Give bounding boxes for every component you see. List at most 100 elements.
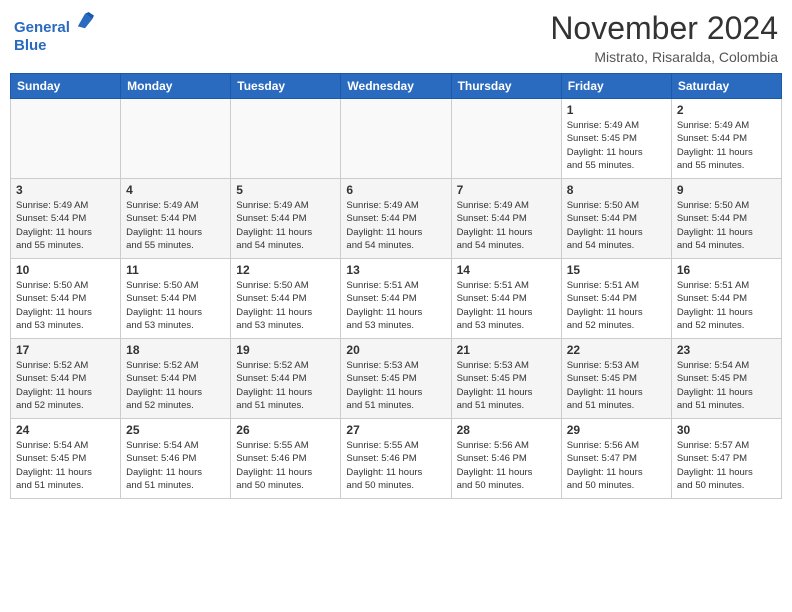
day-number: 28 (457, 423, 556, 437)
calendar-day-1: 1Sunrise: 5:49 AMSunset: 5:45 PMDaylight… (561, 99, 671, 179)
calendar-day-4: 4 Sunrise: 5:49 AMSunset: 5:44 PMDaylight… (121, 179, 231, 259)
weekday-header-wednesday: Wednesday (341, 74, 451, 99)
day-info: Sunrise: 5:55 AMSunset: 5:46 PMDaylight:… (236, 439, 335, 492)
day-info: Sunrise: 5:51 AMSunset: 5:44 PMDaylight:… (346, 279, 445, 332)
calendar-day-27: 27Sunrise: 5:55 AMSunset: 5:46 PMDayligh… (341, 419, 451, 499)
calendar-day-12: 12Sunrise: 5:50 AMSunset: 5:44 PMDayligh… (231, 259, 341, 339)
day-number: 7 (457, 183, 556, 197)
day-info: Sunrise: 5:50 AMSunset: 5:44 PMDaylight:… (16, 279, 115, 332)
calendar-day-7: 7 Sunrise: 5:49 AMSunset: 5:44 PMDaylight… (451, 179, 561, 259)
calendar-day-10: 10 Sunrise: 5:50 AMSunset: 5:44 PMDayligh… (11, 259, 121, 339)
day-info: Sunrise: 5:51 AMSunset: 5:44 PMDaylight:… (457, 279, 556, 332)
calendar-day-29: 29 Sunrise: 5:56 AMSunset: 5:47 PMDayligh… (561, 419, 671, 499)
calendar-day-6: 6Sunrise: 5:49 AMSunset: 5:44 PMDaylight… (341, 179, 451, 259)
calendar-week-row: 17Sunrise: 5:52 AMSunset: 5:44 PMDayligh… (11, 339, 782, 419)
calendar-day-5: 5 Sunrise: 5:49 AMSunset: 5:44 PMDaylight… (231, 179, 341, 259)
calendar-day-23: 23 Sunrise: 5:54 AMSunset: 5:45 PMDayligh… (671, 339, 781, 419)
day-info: Sunrise: 5:49 AMSunset: 5:44 PMDaylight:… (236, 199, 335, 252)
day-number: 19 (236, 343, 335, 357)
day-number: 3 (16, 183, 115, 197)
day-info: Sunrise: 5:52 AMSunset: 5:44 PMDaylight:… (16, 359, 115, 412)
day-number: 18 (126, 343, 225, 357)
weekday-header-monday: Monday (121, 74, 231, 99)
day-number: 10 (16, 263, 115, 277)
day-number: 13 (346, 263, 445, 277)
day-number: 8 (567, 183, 666, 197)
calendar-day-14: 14 Sunrise: 5:51 AMSunset: 5:44 PMDayligh… (451, 259, 561, 339)
day-number: 16 (677, 263, 776, 277)
month-title: November 2024 (550, 10, 778, 47)
day-info: Sunrise: 5:50 AMSunset: 5:44 PMDaylight:… (126, 279, 225, 332)
day-info: Sunrise: 5:54 AMSunset: 5:46 PMDaylight:… (126, 439, 225, 492)
logo-blue-text: Blue (14, 37, 94, 55)
header: General Blue November 2024 Mistrato, Ris… (10, 10, 782, 65)
day-info: Sunrise: 5:57 AMSunset: 5:47 PMDaylight:… (677, 439, 776, 492)
day-info: Sunrise: 5:49 AMSunset: 5:44 PMDaylight:… (16, 199, 115, 252)
day-number: 30 (677, 423, 776, 437)
day-number: 5 (236, 183, 335, 197)
location-subtitle: Mistrato, Risaralda, Colombia (550, 49, 778, 65)
day-info: Sunrise: 5:49 AMSunset: 5:45 PMDaylight:… (567, 119, 666, 172)
day-info: Sunrise: 5:53 AMSunset: 5:45 PMDaylight:… (567, 359, 666, 412)
logo: General Blue (14, 10, 94, 55)
calendar-empty-cell (121, 99, 231, 179)
calendar-body: 1Sunrise: 5:49 AMSunset: 5:45 PMDaylight… (11, 99, 782, 499)
calendar-day-19: 19Sunrise: 5:52 AMSunset: 5:44 PMDayligh… (231, 339, 341, 419)
weekday-header-thursday: Thursday (451, 74, 561, 99)
day-number: 6 (346, 183, 445, 197)
calendar-day-17: 17Sunrise: 5:52 AMSunset: 5:44 PMDayligh… (11, 339, 121, 419)
day-number: 22 (567, 343, 666, 357)
calendar-day-26: 26Sunrise: 5:55 AMSunset: 5:46 PMDayligh… (231, 419, 341, 499)
day-info: Sunrise: 5:55 AMSunset: 5:46 PMDaylight:… (346, 439, 445, 492)
calendar-day-20: 20 Sunrise: 5:53 AMSunset: 5:45 PMDayligh… (341, 339, 451, 419)
calendar-week-row: 1Sunrise: 5:49 AMSunset: 5:45 PMDaylight… (11, 99, 782, 179)
day-info: Sunrise: 5:49 AMSunset: 5:44 PMDaylight:… (457, 199, 556, 252)
calendar-day-16: 16 Sunrise: 5:51 AMSunset: 5:44 PMDayligh… (671, 259, 781, 339)
calendar-day-9: 9Sunrise: 5:50 AMSunset: 5:44 PMDaylight… (671, 179, 781, 259)
weekday-header-tuesday: Tuesday (231, 74, 341, 99)
calendar-day-30: 30 Sunrise: 5:57 AMSunset: 5:47 PMDayligh… (671, 419, 781, 499)
day-info: Sunrise: 5:52 AMSunset: 5:44 PMDaylight:… (126, 359, 225, 412)
calendar-day-18: 18 Sunrise: 5:52 AMSunset: 5:44 PMDayligh… (121, 339, 231, 419)
day-number: 12 (236, 263, 335, 277)
title-area: November 2024 Mistrato, Risaralda, Colom… (550, 10, 778, 65)
day-number: 20 (346, 343, 445, 357)
day-info: Sunrise: 5:49 AMSunset: 5:44 PMDaylight:… (677, 119, 776, 172)
day-info: Sunrise: 5:54 AMSunset: 5:45 PMDaylight:… (16, 439, 115, 492)
day-info: Sunrise: 5:54 AMSunset: 5:45 PMDaylight:… (677, 359, 776, 412)
calendar-day-13: 13 Sunrise: 5:51 AMSunset: 5:44 PMDayligh… (341, 259, 451, 339)
day-info: Sunrise: 5:53 AMSunset: 5:45 PMDaylight:… (346, 359, 445, 412)
weekday-header-sunday: Sunday (11, 74, 121, 99)
weekday-header-friday: Friday (561, 74, 671, 99)
day-number: 25 (126, 423, 225, 437)
calendar-empty-cell (231, 99, 341, 179)
weekday-header-row: SundayMondayTuesdayWednesdayThursdayFrid… (11, 74, 782, 99)
calendar-day-24: 24 Sunrise: 5:54 AMSunset: 5:45 PMDayligh… (11, 419, 121, 499)
calendar-week-row: 10 Sunrise: 5:50 AMSunset: 5:44 PMDayligh… (11, 259, 782, 339)
day-info: Sunrise: 5:49 AMSunset: 5:44 PMDaylight:… (126, 199, 225, 252)
day-number: 23 (677, 343, 776, 357)
day-number: 4 (126, 183, 225, 197)
calendar-day-25: 25 Sunrise: 5:54 AMSunset: 5:46 PMDayligh… (121, 419, 231, 499)
weekday-header-saturday: Saturday (671, 74, 781, 99)
day-info: Sunrise: 5:56 AMSunset: 5:47 PMDaylight:… (567, 439, 666, 492)
day-number: 24 (16, 423, 115, 437)
calendar-day-28: 28 Sunrise: 5:56 AMSunset: 5:46 PMDayligh… (451, 419, 561, 499)
day-info: Sunrise: 5:56 AMSunset: 5:46 PMDaylight:… (457, 439, 556, 492)
day-info: Sunrise: 5:50 AMSunset: 5:44 PMDaylight:… (677, 199, 776, 252)
day-number: 15 (567, 263, 666, 277)
calendar-header: SundayMondayTuesdayWednesdayThursdayFrid… (11, 74, 782, 99)
calendar-week-row: 24 Sunrise: 5:54 AMSunset: 5:45 PMDayligh… (11, 419, 782, 499)
day-number: 11 (126, 263, 225, 277)
calendar-empty-cell (11, 99, 121, 179)
calendar-empty-cell (451, 99, 561, 179)
day-number: 14 (457, 263, 556, 277)
calendar-week-row: 3 Sunrise: 5:49 AMSunset: 5:44 PMDaylight… (11, 179, 782, 259)
logo-bird-icon (76, 10, 94, 32)
day-number: 21 (457, 343, 556, 357)
calendar-day-15: 15Sunrise: 5:51 AMSunset: 5:44 PMDayligh… (561, 259, 671, 339)
day-info: Sunrise: 5:50 AMSunset: 5:44 PMDaylight:… (567, 199, 666, 252)
day-number: 29 (567, 423, 666, 437)
day-info: Sunrise: 5:51 AMSunset: 5:44 PMDaylight:… (677, 279, 776, 332)
logo-text: General (14, 10, 94, 37)
